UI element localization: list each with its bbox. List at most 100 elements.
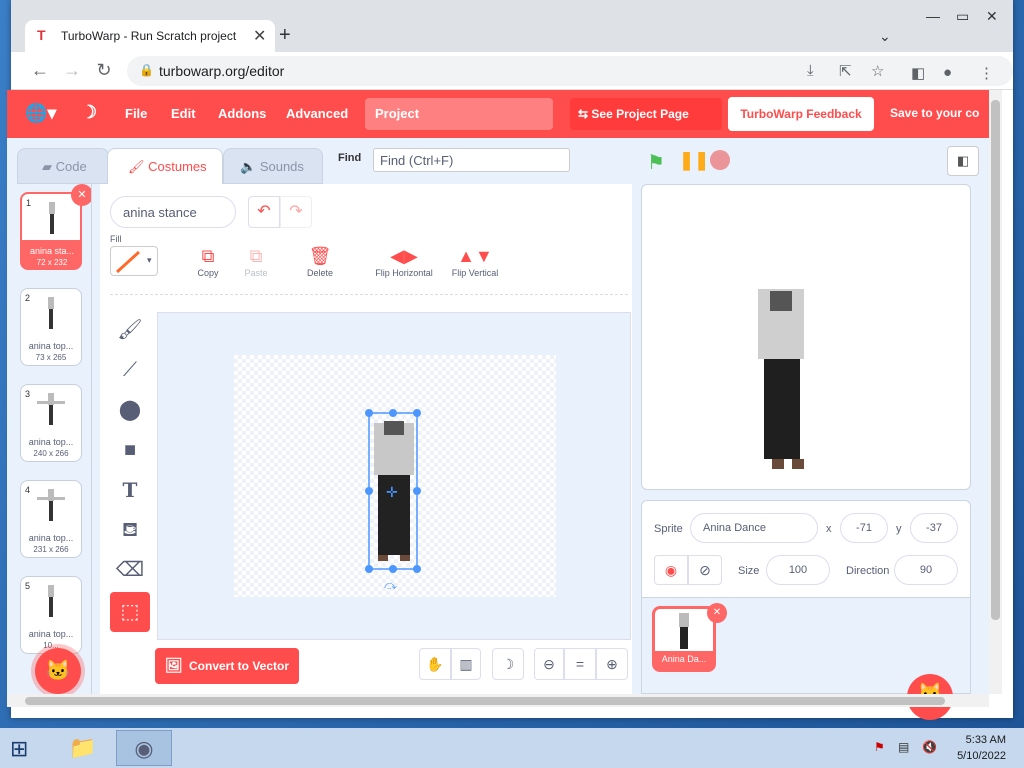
vertical-scroll-thumb[interactable] [991,100,1000,620]
new-tab-button[interactable]: + [279,24,291,47]
text-tool-icon[interactable]: T [110,470,150,510]
pan-hand-icon[interactable]: ✋ [419,648,451,680]
costume-name: anina sta... [29,246,75,256]
install-icon[interactable]: ⤓ [807,62,814,79]
tab-code[interactable]: ▰ Code [17,148,109,184]
delete-button[interactable]: 🗑 Delete [298,246,342,278]
tab-sounds[interactable]: 🔈 Sounds [223,148,323,184]
fill-bucket-tool-icon[interactable]: ⛾ [110,510,150,550]
horizontal-scrollbar[interactable] [7,694,989,707]
address-bar[interactable]: 🔒 turbowarp.org/editor ⤓ ⇱ ☆ [127,56,1013,86]
language-globe-icon[interactable]: 🌐▾ [25,103,56,124]
see-project-page-label: See Project Page [591,107,689,121]
delete-label: Delete [306,268,333,278]
forward-icon[interactable]: → [61,60,83,81]
add-costume-button[interactable]: 🐱 [35,648,81,694]
menu-kebab-icon[interactable]: ⋮ [979,64,994,82]
delete-sprite-icon[interactable]: ✕ [707,603,727,623]
direction-input[interactable]: 90 [894,555,958,585]
redo-icon[interactable]: ↷ [280,196,312,228]
sprite-item[interactable]: Anina Da... ✕ [652,603,727,672]
select-tool-icon[interactable]: ⬚ [110,592,150,632]
stage[interactable] [641,184,971,490]
bookmark-star-icon[interactable]: ☆ [871,62,884,80]
find-input[interactable]: Find (Ctrl+F) [373,148,570,172]
costume-size: 240 x 266 [33,449,69,458]
paste-icon: ⧉ [249,246,263,266]
rectangle-tool-icon[interactable]: ■ [110,430,150,470]
theme-moon-icon[interactable]: ☽ [81,102,97,123]
menu-edit[interactable]: Edit [171,106,196,121]
project-title-input[interactable]: Project [365,98,553,130]
y-input[interactable]: -37 [910,513,958,543]
reload-icon[interactable]: ↻ [93,60,115,81]
see-project-page-button[interactable]: ⇆ See Project Page [570,98,722,130]
eraser-tool-icon[interactable]: ⌫ [110,550,150,590]
vertical-scrollbar[interactable] [989,90,1002,694]
back-icon[interactable]: ← [29,60,51,81]
flag-tray-icon[interactable]: ⚑ [874,740,885,754]
fill-color-picker[interactable]: ▾ [110,246,158,276]
green-flag-icon[interactable]: ⚑ [647,150,665,175]
minimize-icon[interactable]: — [926,8,940,24]
sprite-name-input[interactable]: Anina Dance [690,513,818,543]
circle-tool-icon[interactable]: ⬤ [110,390,150,430]
stage-size-toggle-icon[interactable]: ◧ [947,146,979,176]
profile-avatar-icon[interactable]: ● [943,64,952,81]
size-input[interactable]: 100 [766,555,830,585]
system-clock[interactable]: 5:33 AM 5/10/2022 [952,732,1006,764]
side-panel-icon[interactable]: ◧ [911,64,925,82]
lock-icon: 🔒 [139,63,154,77]
drawing-area[interactable]: ✛ ⤼ [157,312,631,640]
costume-name-input[interactable]: anina stance [110,196,236,228]
zoom-out-icon[interactable]: ⊖ [534,648,564,680]
costume-item-5[interactable]: 5 anina top... 10... [20,576,82,654]
paste-label: Paste [244,268,268,278]
flip-horizontal-button[interactable]: ◀▶ Flip Horizontal [368,246,440,278]
network-tray-icon[interactable]: ▤ [898,740,909,754]
volume-tray-icon[interactable]: 🔇 [922,740,937,754]
costume-item-2[interactable]: 2 anina top... 73 x 265 [20,288,82,366]
close-window-icon[interactable]: ✕ [986,8,998,25]
costume-item-4[interactable]: 4 anina top... 231 x 266 [20,480,82,558]
url-text: turbowarp.org/editor [159,63,285,79]
pause-icon[interactable]: ❚❚ [679,150,709,171]
chrome-taskbar-icon[interactable]: ◉ [116,730,172,766]
convert-to-vector-button[interactable]: 🖼 Convert to Vector [155,648,299,684]
save-to-computer-button[interactable]: Save to your co [890,106,990,120]
bitmap-mode-icon[interactable]: ▥ [451,648,481,680]
flip-vertical-button[interactable]: ▲▼ Flip Vertical [445,246,505,278]
dark-mode-moon-icon[interactable]: ☽ [492,648,524,680]
line-tool-icon[interactable]: ⟋ [110,350,150,390]
browser-tab[interactable]: T TurboWarp - Run Scratch project ✕ [25,20,275,52]
costume-canvas[interactable]: ✛ ⤼ [234,355,556,597]
stop-icon[interactable] [710,150,730,170]
tab-search-icon[interactable]: ⌄ [879,28,891,45]
feedback-button[interactable]: TurboWarp Feedback [728,97,874,131]
zoom-in-icon[interactable]: ⊕ [596,648,628,680]
show-sprite-eye-icon[interactable]: ◉ [654,555,688,585]
copy-button[interactable]: ⧉ Copy [188,246,228,278]
delete-costume-icon[interactable]: ✕ [71,184,91,206]
costume-item-3[interactable]: 3 anina top... 240 x 266 [20,384,82,462]
file-explorer-icon[interactable]: 📁 [58,730,108,766]
menu-advanced[interactable]: Advanced [286,106,348,121]
horizontal-scroll-thumb[interactable] [25,697,945,705]
share-icon[interactable]: ⇱ [839,62,852,80]
windows-start-icon[interactable]: ⊞ [10,736,28,762]
costume-item-1[interactable]: 1 anina sta... 72 x 232 [20,192,82,270]
browser-toolbar: ← → ↻ 🔒 turbowarp.org/editor ⤓ ⇱ ☆ ◧ ● ⋮ [11,52,1013,90]
brush-tool-icon[interactable]: 🖌 [110,310,150,350]
menu-file[interactable]: File [125,106,147,121]
undo-icon[interactable]: ↶ [248,196,280,228]
tab-close-icon[interactable]: ✕ [253,26,266,46]
x-input[interactable]: -71 [840,513,888,543]
tab-costumes[interactable]: 🖌 Costumes [107,148,223,184]
brush-icon: 🖌 [128,159,149,174]
maximize-icon[interactable]: ▭ [956,8,969,25]
paste-button[interactable]: ⧉ Paste [236,246,276,278]
menu-addons[interactable]: Addons [218,106,266,121]
zoom-reset-icon[interactable]: = [564,648,596,680]
turbowarp-menu-bar: 🌐▾ ☽ File Edit Addons Advanced Project ⇆… [7,90,989,138]
hide-sprite-eye-icon[interactable]: ⊘ [688,555,722,585]
